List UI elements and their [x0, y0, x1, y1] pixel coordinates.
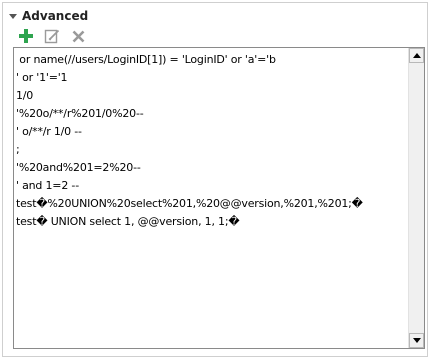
text-content[interactable]: or name(//users/LoginID[1]) = 'LoginID' … — [16, 51, 406, 346]
text-line: ' and 1=2 -- — [16, 179, 79, 192]
arrow-up-icon — [412, 53, 421, 58]
arrow-down-icon — [412, 338, 421, 343]
text-line: test� UNION select 1, @@version, 1, 1;� — [16, 215, 240, 228]
text-line: ' or '1'='1 — [16, 71, 68, 84]
text-line: or name(//users/LoginID[1]) = 'LoginID' … — [16, 53, 276, 66]
edit-icon — [44, 29, 60, 44]
payload-textarea[interactable]: or name(//users/LoginID[1]) = 'LoginID' … — [13, 47, 425, 349]
scroll-up-button[interactable] — [409, 48, 424, 63]
edit-button[interactable] — [43, 27, 61, 45]
section-header[interactable]: Advanced — [9, 8, 88, 24]
plus-icon — [19, 29, 33, 43]
text-line: 1/0 — [16, 89, 34, 102]
text-line: '%20and%201=2%20-- — [16, 161, 141, 174]
text-line: '%20o/**/r%201/0%20-- — [16, 107, 144, 120]
vertical-scrollbar[interactable] — [408, 48, 424, 348]
delete-icon — [72, 30, 84, 42]
text-line: test�%20UNION%20select%201,%20@@version,… — [16, 197, 363, 210]
scroll-down-button[interactable] — [409, 333, 424, 348]
toolbar — [17, 27, 87, 45]
delete-button[interactable] — [69, 27, 87, 45]
section-title: Advanced — [22, 9, 89, 23]
text-line: ' o/**/r 1/0 -- — [16, 125, 82, 138]
add-button[interactable] — [17, 27, 35, 45]
advanced-panel: Advanced or name(//users/LoginID[1]) = '… — [2, 2, 428, 357]
expand-caret-icon[interactable] — [9, 14, 17, 19]
text-line: ; — [16, 143, 20, 156]
